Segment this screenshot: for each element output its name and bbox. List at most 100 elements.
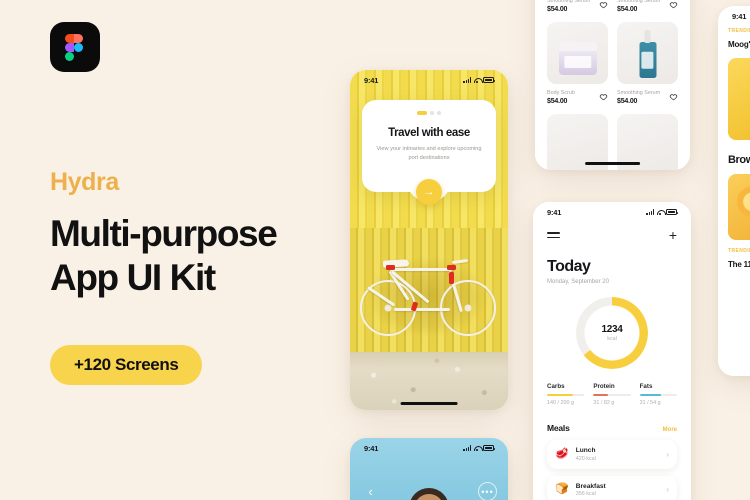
favorite-heart-icon[interactable] [669,0,678,9]
add-entry-button[interactable]: + [669,228,677,242]
status-icons [463,445,495,451]
trending-tag: TRENDING [728,28,750,34]
meals-title: Meals [547,423,570,433]
news-headline[interactable]: The 11 incred visit in [728,259,750,270]
favorite-heart-icon[interactable] [599,0,608,9]
product-card[interactable]: Smoothing Serum $54.00 [617,22,678,105]
home-indicator [400,402,458,405]
figma-shape-mid-right [74,43,83,52]
page-title: Multi-purpose App UI Kit [50,212,350,300]
onboarding-card: Travel with ease View your intinaries an… [362,100,496,205]
next-button[interactable]: → [416,179,442,205]
calorie-ring-center: 1234 kcal [576,297,648,369]
favorite-heart-icon[interactable] [669,92,678,101]
bread-icon: 🍞 [555,483,569,496]
macro-carbs: Carbs 140 / 200 g [547,383,585,406]
list-item[interactable]: 🍞 Breakfast 356 kcal › [547,475,677,500]
status-icons [646,209,678,215]
status-bar: 9:41 [718,6,750,26]
card-subtitle: View your intinaries and explore upcomin… [376,146,482,161]
status-time: 9:41 [364,75,379,85]
page-dot-2[interactable] [430,111,434,115]
phone-mockup-profile: 9:41 ‹ ••• [350,438,508,500]
product-card[interactable]: Smoothing Serum $54.00 [547,0,608,13]
product-meta: Smoothing Serum $54.00 [617,0,678,13]
phone-mockup-shop: Smoothing Serum $54.00 Smoothing Serum $… [535,0,690,170]
product-grid: Smoothing Serum $54.00 Smoothing Serum $… [547,0,678,170]
news-image [728,58,750,140]
meat-icon: 🥩 [555,447,569,460]
wifi-icon [656,209,666,215]
macro-progress [639,394,677,396]
shop-screen: Smoothing Serum $54.00 Smoothing Serum $… [535,0,690,170]
bike-handlebar [451,258,469,264]
status-icons [463,77,495,83]
wifi-icon [473,77,483,83]
product-meta: Smoothing Serum $54.00 [547,0,608,13]
figma-logo-icon [50,22,100,72]
product-card[interactable]: Body Scrub $54.00 [547,22,608,105]
calorie-value: 1234 [601,324,623,335]
macro-fats: Fats 31 / 54 g [639,383,677,406]
headline-line-2: App UI Kit [50,257,216,298]
product-meta: Smoothing Serum $54.00 [617,89,678,105]
macro-value: 31 / 82 g [593,400,615,406]
macro-label: Fats [639,383,653,390]
phone-mockup-travel: 9:41 Travel with ease View your intinari… [350,70,508,410]
page-dot-1[interactable] [417,111,427,115]
phone-mockup-news: 9:41 TRENDING Moog's assem Brow TRENDING… [718,6,750,376]
meals-more-link[interactable]: More [663,427,677,433]
battery-icon [666,209,678,215]
status-bar: 9:41 [350,438,508,458]
product-card[interactable]: Smoothing Serum $54.00 [617,0,678,13]
more-options-button[interactable]: ••• [478,482,497,500]
figma-glyph [65,34,85,62]
page-dot-3[interactable] [437,111,441,115]
macro-value: 31 / 54 g [639,400,661,406]
news-headline[interactable]: Moog's assem [728,39,750,50]
macro-label: Protein [593,383,615,390]
bike-joint-red-2 [447,265,456,270]
macro-progress [547,394,585,396]
product-price: $54.00 [617,98,638,105]
product-price: $54.00 [547,6,568,13]
headline-line-1: Multi-purpose [50,213,278,254]
teal-bottle-icon [639,42,656,78]
favorite-heart-icon[interactable] [599,92,608,101]
bicycle-illustration [356,246,502,340]
meal-name: Lunch [575,447,596,454]
signal-icon [463,445,471,451]
news-image-citrus [728,174,750,240]
product-price: $54.00 [547,98,568,105]
chevron-right-icon: › [666,485,669,495]
card-title: Travel with ease [388,127,470,139]
list-item[interactable]: 🥩 Lunch 420 kcal › [547,440,677,469]
screens-count-badge[interactable]: +120 Screens [50,345,203,385]
product-name: Smoothing Serum [547,0,591,4]
product-image [547,22,608,84]
macro-value: 140 / 200 g [547,400,574,406]
macro-label: Carbs [547,383,565,390]
profile-photo [381,476,477,500]
health-title: Today [547,258,591,275]
health-screen: 9:41 + Today Monday, September 20 1234 k… [533,202,691,500]
figma-shape-mid-left [65,43,74,52]
health-date: Monday, September 20 [547,279,609,285]
meals-header: Meals More [547,423,677,433]
status-time: 9:41 [364,443,379,453]
hamburger-icon[interactable] [547,232,560,238]
figma-shape-top-left [65,34,74,43]
macros-row: Carbs 140 / 200 g Protein 31 / 82 g Fats… [547,383,677,406]
status-time: 9:41 [547,207,562,217]
meal-text: Breakfast 356 kcal [576,483,660,498]
product-image [617,22,678,84]
promo-panel: Hydra Multi-purpose App UI Kit +120 Scre… [50,0,350,500]
meal-kcal: 356 kcal [575,491,596,497]
page-indicator[interactable] [362,100,496,115]
macro-protein: Protein 31 / 82 g [593,383,631,406]
news-screen: 9:41 TRENDING Moog's assem Brow TRENDING… [718,6,750,376]
figma-shape-bottom-left [65,52,74,61]
bike-chain-stay [394,308,450,311]
back-button[interactable]: ‹ [361,482,380,500]
bicycle-photo [350,228,508,410]
